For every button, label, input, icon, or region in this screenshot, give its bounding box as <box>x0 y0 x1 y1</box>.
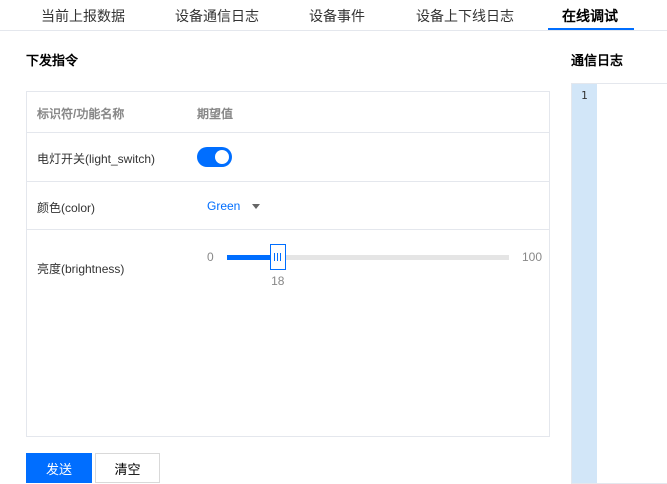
table-row: 电灯开关(light_switch) <box>27 133 549 182</box>
tab-current-report-data[interactable]: 当前上报数据 <box>41 6 125 26</box>
active-tab-indicator <box>548 28 634 30</box>
line-number: 1 <box>581 89 588 102</box>
tab-device-events[interactable]: 设备事件 <box>309 6 365 26</box>
slider-value-label: 18 <box>271 274 285 288</box>
log-panel-title: 通信日志 <box>571 53 624 68</box>
slider-handle[interactable] <box>269 244 286 270</box>
command-panel-title: 下发指令 <box>26 53 79 68</box>
color-select[interactable]: Green <box>207 198 261 214</box>
tab-device-online-offline-log[interactable]: 设备上下线日志 <box>416 6 514 26</box>
clear-button[interactable]: 清空 <box>95 453 160 483</box>
expected-column-header: 期望值 <box>197 107 234 121</box>
color-label: 颜色(color) <box>37 201 96 215</box>
tab-device-communication-log[interactable]: 设备通信日志 <box>175 6 259 26</box>
tab-online-debug[interactable]: 在线调试 <box>562 6 618 26</box>
light-switch-toggle[interactable] <box>197 147 232 167</box>
send-button[interactable]: 发送 <box>26 453 92 483</box>
command-table: 标识符/功能名称 期望值 电灯开关(light_switch) 颜色(color… <box>26 91 550 437</box>
tab-bar: 当前上报数据 设备通信日志 设备事件 设备上下线日志 在线调试 <box>0 0 667 31</box>
grip-icon <box>274 253 282 261</box>
brightness-label: 亮度(brightness) <box>37 262 125 276</box>
slider-min-label: 0 <box>207 250 214 264</box>
log-editor[interactable]: 1 <box>571 83 667 484</box>
identifier-column-header: 标识符/功能名称 <box>37 107 125 121</box>
chevron-down-icon <box>252 203 261 209</box>
line-number-gutter: 1 <box>572 84 597 483</box>
log-text-area[interactable] <box>597 84 667 483</box>
table-row: 颜色(color) Green <box>27 182 549 230</box>
color-select-value: Green <box>207 199 241 213</box>
table-row: 亮度(brightness) 0 18 100 <box>27 230 549 306</box>
toggle-knob <box>215 150 229 164</box>
light-switch-label: 电灯开关(light_switch) <box>37 152 156 166</box>
slider-max-label: 100 <box>522 250 543 264</box>
table-header-row: 标识符/功能名称 期望值 <box>27 92 549 133</box>
